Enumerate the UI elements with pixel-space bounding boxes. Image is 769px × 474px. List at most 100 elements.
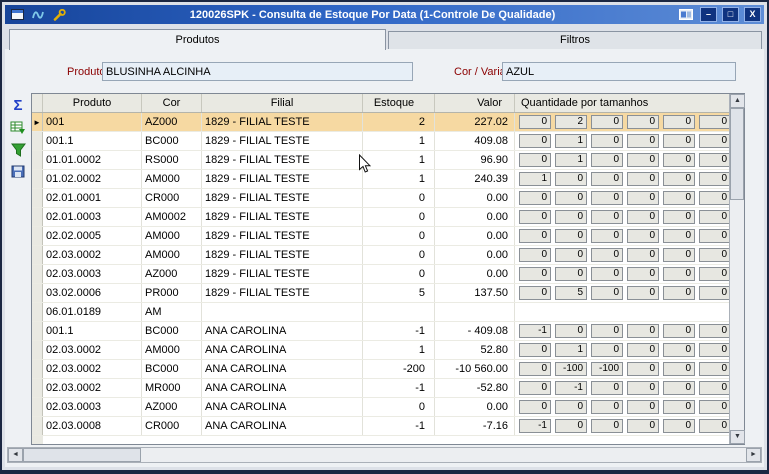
qty-box: 0 [591, 419, 623, 433]
qty-box: 0 [699, 324, 729, 338]
qty-box: 0 [699, 153, 729, 167]
cell-produto: 02.03.0008 [43, 417, 142, 435]
header-produto[interactable]: Produto [43, 94, 142, 112]
qty-box: 0 [627, 324, 659, 338]
cell-estoque [363, 303, 435, 321]
tab-filtros[interactable]: Filtros [388, 31, 762, 50]
qty-box: 0 [591, 400, 623, 414]
row-indicator [32, 189, 43, 207]
header-valor[interactable]: Valor [435, 94, 515, 112]
cell-filial: 1829 - FILIAL TESTE [202, 170, 363, 188]
cell-tamanhos: -1 0 0 0 0 0 [515, 417, 729, 435]
vertical-scroll-thumb[interactable] [730, 108, 744, 200]
qty-box: 0 [555, 172, 587, 186]
qty-box: 0 [699, 362, 729, 376]
panel-layout-icon[interactable] [677, 7, 695, 22]
qty-box: 0 [591, 343, 623, 357]
qty-box: 0 [591, 381, 623, 395]
qty-box: 0 [699, 343, 729, 357]
table-row[interactable]: 02.03.0002 MR000 ANA CAROLINA -1 -52.80 0 -1 0 0… [32, 379, 729, 398]
cell-produto: 01.02.0002 [43, 170, 142, 188]
qty-box: 0 [555, 229, 587, 243]
row-indicator [32, 227, 43, 245]
cor-variante-field[interactable] [502, 62, 736, 81]
table-row[interactable]: 001.1 BC000 1829 - FILIAL TESTE 1 409.08 0 1 0 0… [32, 132, 729, 151]
qty-box: 0 [663, 324, 695, 338]
row-indicator [32, 284, 43, 302]
vertical-scrollbar[interactable]: ▲ ▼ [729, 94, 745, 444]
cell-produto: 02.03.0003 [43, 265, 142, 283]
cell-valor: 409.08 [435, 132, 515, 150]
cell-tamanhos: 050000 [515, 284, 729, 302]
minimize-button[interactable]: – [700, 7, 717, 22]
qty-box: 0 [627, 134, 659, 148]
cell-filial [202, 303, 363, 321]
cell-tamanhos: 000000 [515, 208, 729, 226]
sum-button[interactable]: Σ [8, 97, 28, 114]
qty-box: 0 [519, 286, 551, 300]
cell-produto: 06.01.0189 [43, 303, 142, 321]
cell-tamanhos: 000000 [515, 227, 729, 245]
qty-box: 1 [555, 343, 587, 357]
table-row[interactable]: 02.02.0005 AM000 1829 - FILIAL TESTE 0 0.00 0… [32, 227, 729, 246]
sigma-icon: Σ [13, 97, 23, 114]
save-button[interactable] [8, 163, 28, 180]
maximize-button[interactable]: □ [722, 7, 739, 22]
table-row[interactable]: 02.01.0001 CR000 1829 - FILIAL TESTE 0 0.00 0… [32, 189, 729, 208]
cell-valor: -52.80 [435, 379, 515, 397]
cell-valor: 96.90 [435, 151, 515, 169]
qty-box: 0 [699, 419, 729, 433]
header-indicator [32, 94, 43, 112]
qty-box: -1 [519, 324, 551, 338]
table-row[interactable]: 02.03.0008 CR000 ANA CAROLINA -1 -7.16 -1 0 0 0 0… [32, 417, 729, 436]
qty-box: 0 [555, 400, 587, 414]
table-row[interactable]: 001.1 BC000 ANA CAROLINA -1- 409.08 -1 0 0 0 0 0 [32, 322, 729, 341]
close-button[interactable]: X [744, 7, 761, 22]
scroll-left-icon[interactable]: ◄ [8, 448, 23, 462]
qty-box: -100 [591, 362, 623, 376]
cell-filial: ANA CAROLINA [202, 322, 363, 340]
table-row[interactable]: 02.03.0003 AZ000 ANA CAROLINA 0 0.00 0 0 0 0 0 0 [32, 398, 729, 417]
horizontal-scrollbar[interactable]: ◄ ► [7, 447, 762, 463]
qty-box: 0 [627, 343, 659, 357]
header-tamanhos[interactable]: Quantidade por tamanhos [515, 94, 729, 112]
cell-estoque: -200 [363, 360, 435, 378]
table-row[interactable]: 02.03.0002 AM000 ANA CAROLINA 1 52.80 0 1 0 0 0 0 [32, 341, 729, 360]
table-row[interactable]: 02.01.0003 AM0002 1829 - FILIAL TESTE 0 0.00… [32, 208, 729, 227]
table-row[interactable]: 01.02.0002 AM000 1829 - FILIAL TESTE 1 240.3… [32, 170, 729, 189]
qty-box: 0 [591, 324, 623, 338]
qty-box: 1 [519, 172, 551, 186]
cell-estoque: 0 [363, 265, 435, 283]
table-row[interactable]: 06.01.0189 AM [32, 303, 729, 322]
horizontal-scroll-thumb[interactable] [23, 448, 141, 462]
table-row[interactable]: 03.02.0006 PR000 1829 - FILIAL TESTE 5 137.5… [32, 284, 729, 303]
table-row[interactable]: 02.03.0002 AM000 1829 - FILIAL TESTE 0 0.00 0… [32, 246, 729, 265]
qty-box: 0 [555, 191, 587, 205]
produto-field[interactable] [102, 62, 413, 81]
qty-box: 1 [555, 153, 587, 167]
row-indicator [32, 360, 43, 378]
table-row[interactable]: ► 001 AZ000 1829 - FILIAL TESTE 2 227.02 0 2 0 0 0… [32, 113, 729, 132]
qty-box: 0 [699, 172, 729, 186]
tab-produtos[interactable]: Produtos [9, 29, 386, 50]
content-panel: Produto Cor / Variante Σ [5, 49, 764, 467]
header-estoque[interactable]: Estoque [363, 94, 435, 112]
table-row[interactable]: 01.01.0002 RS000 1829 - FILIAL TESTE 1 96.90… [32, 151, 729, 170]
qty-box: 0 [519, 343, 551, 357]
header-filial[interactable]: Filial [202, 94, 363, 112]
scroll-up-icon[interactable]: ▲ [730, 94, 745, 108]
qty-box: 0 [663, 191, 695, 205]
table-row[interactable]: 02.03.0003 AZ000 1829 - FILIAL TESTE 0 0.00 0… [32, 265, 729, 284]
cell-tamanhos: 010000 [515, 132, 729, 150]
cell-estoque: 2 [363, 113, 435, 131]
scroll-right-icon[interactable]: ► [746, 448, 761, 462]
export-grid-button[interactable] [8, 119, 28, 136]
cell-estoque: -1 [363, 417, 435, 435]
header-cor[interactable]: Cor [142, 94, 202, 112]
qty-box: 0 [627, 248, 659, 262]
row-indicator [32, 151, 43, 169]
scroll-down-icon[interactable]: ▼ [730, 430, 745, 444]
cell-tamanhos: 010000 [515, 151, 729, 169]
table-row[interactable]: 02.03.0002 BC000 ANA CAROLINA -200 -10 560.0… [32, 360, 729, 379]
filter-button[interactable] [8, 141, 28, 158]
